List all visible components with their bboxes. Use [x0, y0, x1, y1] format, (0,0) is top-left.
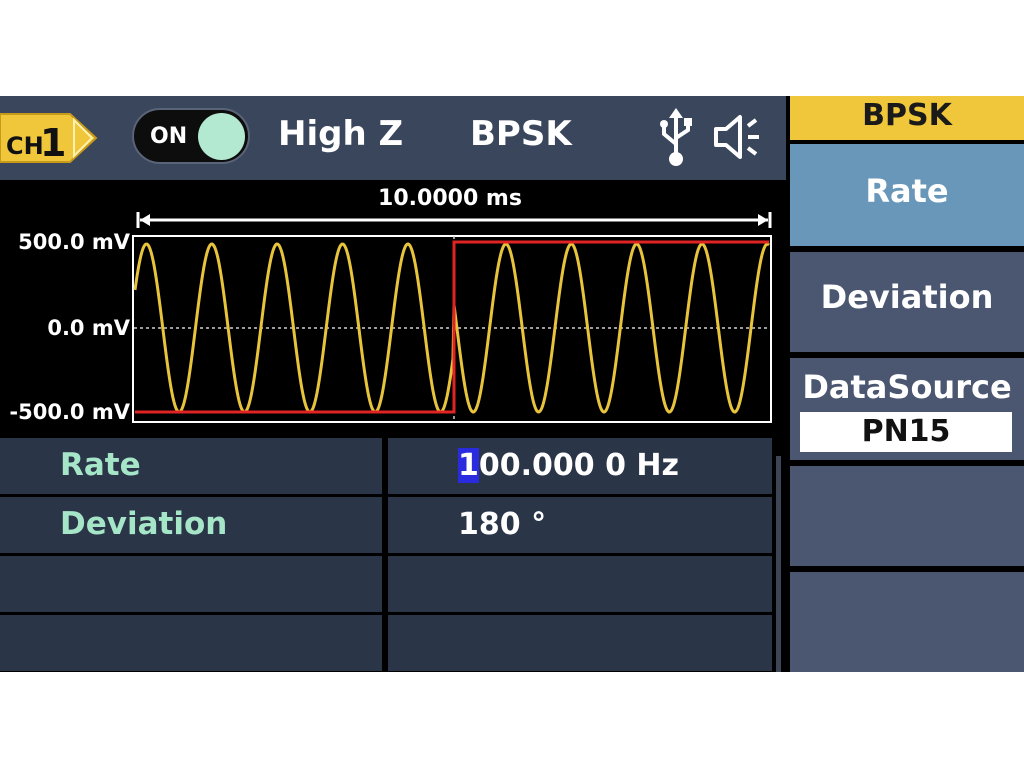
param-name-deviation: Deviation: [60, 506, 228, 542]
param-row-rate[interactable]: Rate 100.000 0 Hz: [0, 438, 772, 494]
param-row-empty: [0, 615, 772, 671]
waveform-plot: [132, 212, 772, 423]
param-value-deviation[interactable]: 180 °: [458, 507, 546, 542]
param-row-deviation[interactable]: Deviation 180 °: [0, 497, 772, 553]
edit-cursor-digit: 1: [458, 448, 479, 483]
menu-item-label: Deviation: [820, 278, 994, 316]
param-value-rate[interactable]: 100.000 0 Hz: [458, 448, 679, 483]
waveform-display: 10.0000 ms 500.0 mV 0.0 mV -500.0 mV: [0, 180, 786, 436]
toggle-knob: [198, 113, 245, 160]
param-name-rate: Rate: [60, 447, 141, 483]
menu-item-deviation[interactable]: Deviation: [790, 252, 1024, 352]
generator-screen: CH 1 ON High Z BPSK 10.0000 ms 500.0 mV: [0, 96, 1024, 672]
channel-badge[interactable]: CH 1: [0, 108, 100, 168]
menu-item-label: DataSource: [802, 368, 1012, 406]
param-row-empty: [0, 556, 772, 612]
menu-item-empty[interactable]: [790, 466, 1024, 566]
channel-prefix: CH: [6, 132, 44, 160]
load-impedance[interactable]: High Z: [278, 114, 403, 154]
menu-item-rate[interactable]: Rate: [790, 144, 1024, 246]
usb-icon: [660, 108, 692, 166]
status-bar: CH 1 ON High Z BPSK: [0, 96, 786, 180]
menu-title-label: BPSK: [862, 98, 952, 133]
modulation-type: BPSK: [470, 114, 572, 154]
output-toggle-label: ON: [150, 124, 188, 149]
parameter-scrollbar[interactable]: [776, 456, 781, 672]
menu-item-empty[interactable]: [790, 572, 1024, 672]
param-value-rate-rest: 00.000 0 Hz: [478, 448, 679, 483]
parameter-table: Rate 100.000 0 Hz Deviation 180 °: [0, 436, 772, 672]
menu-title: BPSK: [790, 96, 1024, 140]
output-toggle[interactable]: ON: [132, 108, 250, 164]
datasource-value: PN15: [800, 412, 1012, 452]
menu-item-datasource[interactable]: DataSource PN15: [790, 358, 1024, 460]
speaker-icon: [714, 115, 759, 159]
menu-item-label: Rate: [865, 172, 949, 210]
channel-number: 1: [40, 121, 66, 165]
softkey-menu: BPSK Rate Deviation DataSource PN15: [790, 96, 1024, 672]
modulating-signal: [135, 240, 769, 414]
